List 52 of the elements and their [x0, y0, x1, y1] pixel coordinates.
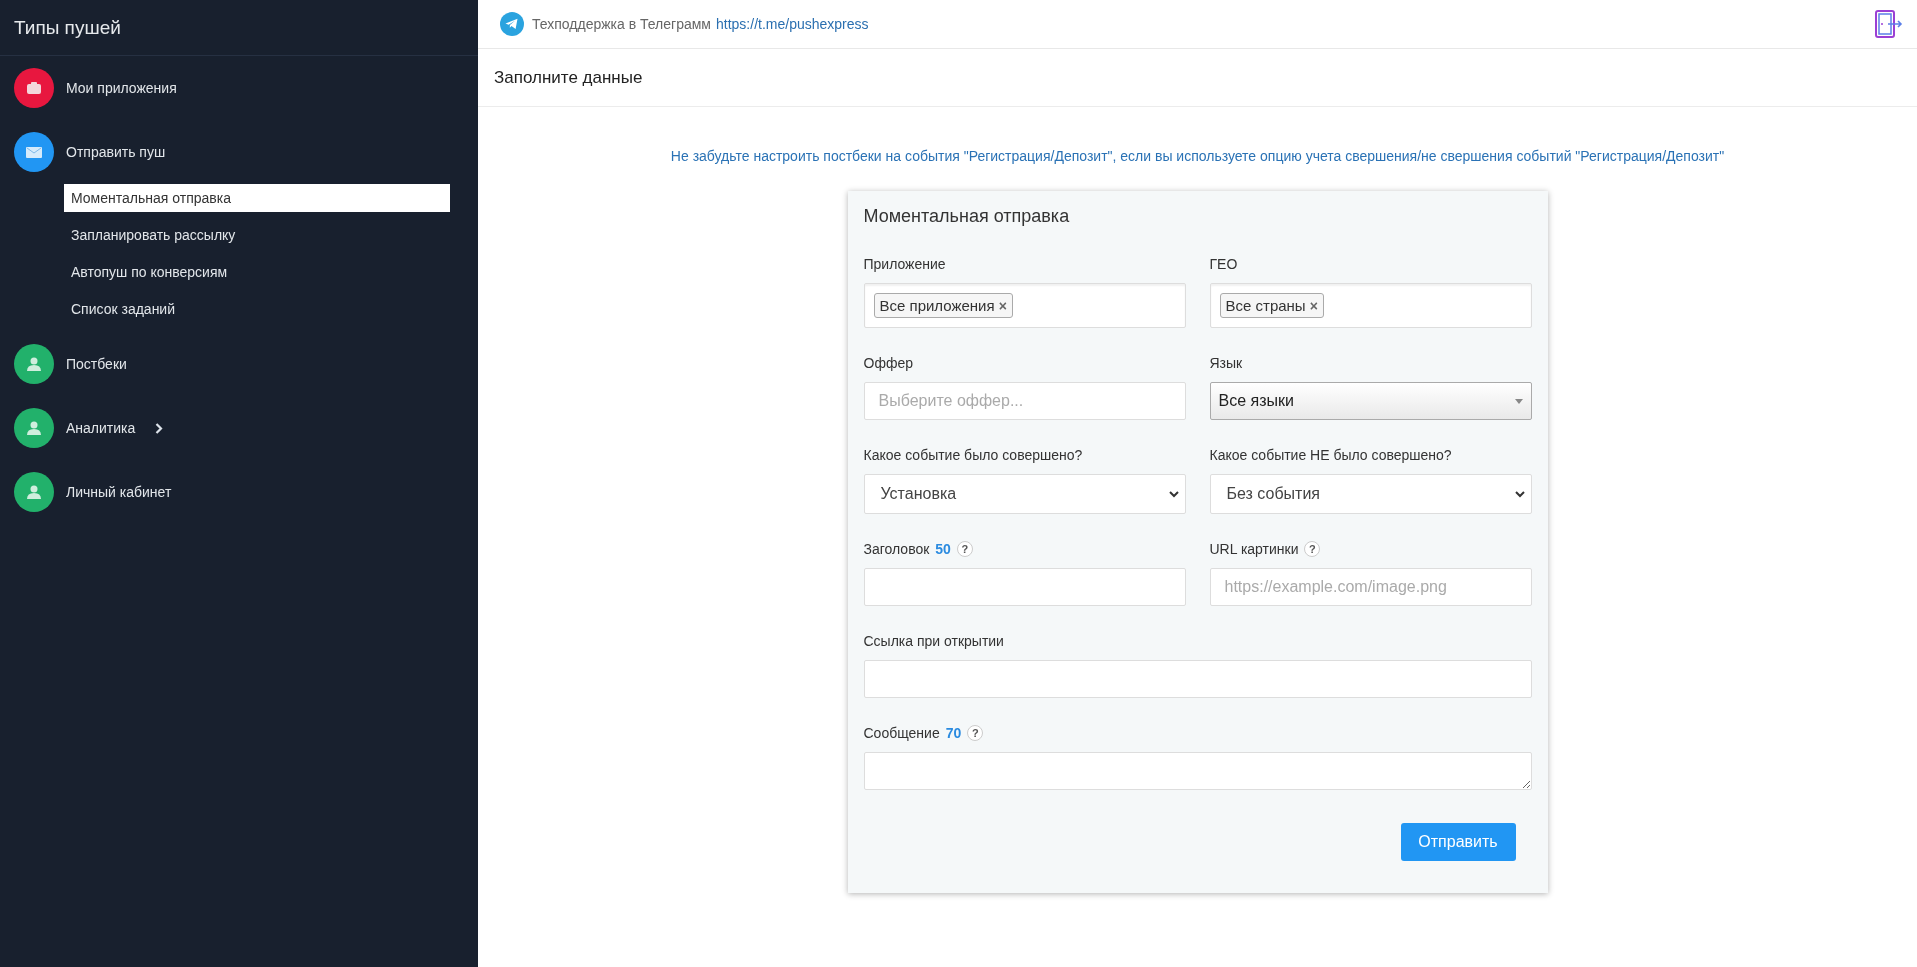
- tag-input-field[interactable]: Все приложения ×: [863, 283, 1186, 328]
- text-input-field[interactable]: [863, 568, 1186, 606]
- sidebar-item[interactable]: Постбеки: [66, 356, 127, 372]
- help-icon[interactable]: ?: [956, 541, 973, 557]
- text-input-field[interactable]: Выберите оффер...: [863, 382, 1186, 420]
- text-input-field[interactable]: https://example.com/image.png: [1209, 568, 1532, 606]
- help-icon[interactable]: ?: [1304, 541, 1321, 557]
- select-field[interactable]: Без события: [1209, 474, 1532, 514]
- submenu-item[interactable]: Автопуш по конверсиям: [64, 258, 450, 286]
- telegram-link[interactable]: https://t.me/pushexpress: [716, 16, 869, 32]
- support-text: Техподдержка в Телеграмм: [532, 16, 711, 32]
- telegram-icon: [500, 12, 524, 36]
- field-label: Язык: [1209, 355, 1243, 371]
- tag-chip: Все страны ×: [1219, 293, 1324, 318]
- submenu-item[interactable]: Моментальная отправка: [64, 184, 450, 212]
- sidebar-item[interactable]: Мои приложения: [66, 80, 177, 96]
- field-label: ГЕО: [1209, 256, 1238, 272]
- page-title: Заполните данные: [478, 49, 1917, 107]
- user-icon[interactable]: [14, 472, 54, 512]
- envelope-icon[interactable]: [14, 132, 54, 172]
- text-input-field[interactable]: [863, 660, 1532, 698]
- char-counter: 70: [945, 725, 962, 741]
- field-label: Сообщение: [863, 725, 940, 741]
- submenu-item[interactable]: Запланировать рассылку: [64, 221, 450, 249]
- user-icon[interactable]: [14, 408, 54, 448]
- briefcase-icon[interactable]: [14, 68, 54, 108]
- sidebar-item[interactable]: Аналитика: [66, 420, 136, 436]
- field-label: Оффер: [863, 355, 913, 371]
- char-counter: 50: [935, 541, 951, 557]
- sidebar-item[interactable]: Личный кабинет: [66, 484, 172, 500]
- field-label: Заголовок: [863, 541, 930, 557]
- field-label: Приложение: [863, 256, 946, 272]
- chevron-down-icon: [1514, 490, 1525, 498]
- form-title: Моментальная отправка: [863, 206, 1071, 227]
- field-label: URL картинки: [1209, 541, 1299, 557]
- chevron-right-icon[interactable]: [155, 422, 164, 434]
- user-icon[interactable]: [14, 344, 54, 384]
- sidebar-item[interactable]: Отправить пуш: [66, 144, 166, 160]
- help-icon[interactable]: ?: [967, 725, 984, 741]
- logout-door-icon[interactable]: [1873, 9, 1903, 39]
- dropdown-field[interactable]: Все языки: [1209, 382, 1532, 420]
- sidebar-title: Типы пушей: [13, 16, 122, 40]
- field-label: Какое событие было совершено?: [863, 447, 1083, 463]
- select-field[interactable]: Установка: [863, 474, 1186, 514]
- submenu-item[interactable]: Список заданий: [64, 295, 450, 323]
- chevron-down-icon: [1168, 490, 1179, 498]
- tag-chip: Все приложения ×: [873, 293, 1013, 318]
- field-label: Какое событие НЕ было совершено?: [1209, 447, 1452, 463]
- field-label: Ссылка при открытии: [863, 633, 1004, 649]
- notice-text: Не забудьте настроить постбеки на события "Регистрация/Депозит", если вы используете опцию учета свершения/не свершения событий "Регистрация/Депозит": [669, 148, 1726, 164]
- caret-down-icon: [1514, 398, 1523, 404]
- tag-input-field[interactable]: Все страны ×: [1209, 283, 1532, 328]
